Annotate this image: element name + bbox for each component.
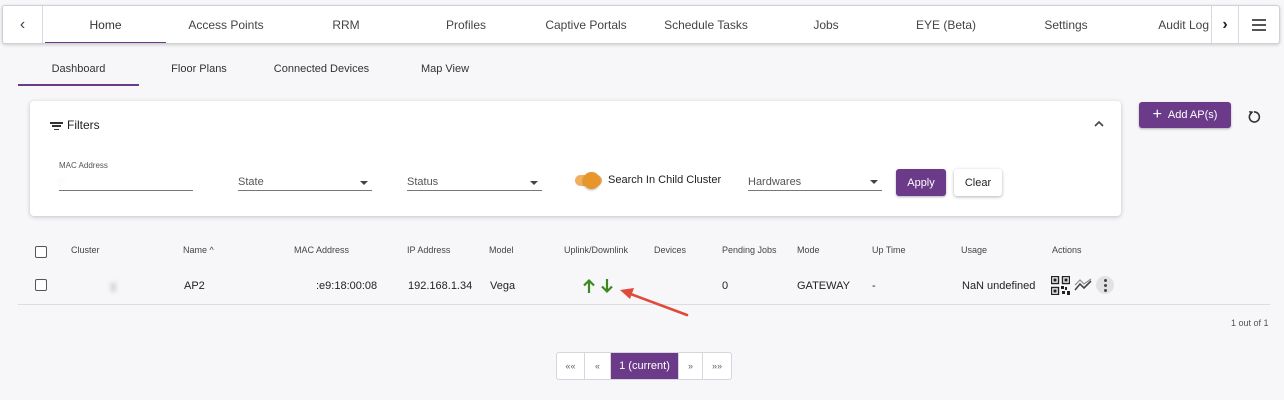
subtab-map-view[interactable]: Map View (384, 52, 506, 86)
row-mode: GATEWAY (797, 280, 850, 292)
mac-address-value: · (59, 175, 63, 187)
prev-page-button[interactable]: « (585, 353, 611, 379)
header-cluster[interactable]: Cluster (71, 245, 100, 255)
filters-header[interactable]: Filters (50, 118, 100, 132)
subtab-dashboard[interactable]: Dashboard (18, 52, 139, 86)
row-ip: 192.168.1.34 (408, 280, 473, 292)
header-name[interactable]: Name ^ (183, 245, 214, 255)
status-placeholder: Status (407, 176, 439, 188)
first-page-button[interactable]: «« (557, 353, 585, 379)
dropdown-caret-icon (530, 181, 538, 185)
tab-profiles[interactable]: Profiles (406, 6, 526, 43)
header-up-time[interactable]: Up Time (872, 245, 906, 255)
more-actions-icon[interactable] (1096, 276, 1114, 294)
row-mac: :e9:18:00:08 (316, 280, 378, 292)
subtab-floor-plans[interactable]: Floor Plans (139, 52, 259, 86)
subtab-connected-devices[interactable]: Connected Devices (259, 52, 384, 86)
last-page-button[interactable]: »» (703, 353, 731, 379)
nav-scroll-left-button[interactable]: ‹ (3, 6, 43, 43)
tab-jobs[interactable]: Jobs (766, 6, 886, 43)
mac-address-label: MAC Address (59, 161, 108, 170)
filter-icon (50, 120, 63, 130)
arrow-up-icon (583, 278, 595, 293)
header-pending-jobs[interactable]: Pending Jobs (722, 245, 777, 255)
tab-settings[interactable]: Settings (1006, 6, 1126, 43)
row-checkbox[interactable] (35, 279, 47, 291)
row-mac-blurred-prefix (292, 280, 307, 292)
qr-code-icon[interactable] (1051, 276, 1070, 295)
arrow-down-icon (601, 279, 613, 294)
status-select[interactable]: Status (407, 175, 542, 191)
chevron-left-icon: ‹ (19, 15, 26, 33)
add-ap-button[interactable]: + Add AP(s) (1139, 102, 1231, 128)
pagination: «« « 1 (current) » »» (556, 352, 732, 380)
row-cluster-link[interactable]: y (70, 280, 117, 292)
trend-chart-icon[interactable] (1074, 278, 1092, 292)
row-pending-jobs: 0 (722, 280, 729, 292)
apply-button[interactable]: Apply (896, 169, 946, 196)
row-up-time: - (872, 280, 876, 292)
child-cluster-label: Search In Child Cluster (608, 174, 722, 186)
row-model: Vega (490, 280, 516, 292)
sub-nav-bar: Dashboard Floor Plans Connected Devices … (18, 52, 558, 86)
tab-schedule-tasks[interactable]: Schedule Tasks (646, 6, 766, 43)
nav-scroll-right-button[interactable]: › (1211, 6, 1239, 43)
filters-panel: Filters MAC Address · State Status Searc… (30, 101, 1121, 216)
header-model[interactable]: Model (489, 245, 514, 255)
state-select[interactable]: State (238, 175, 372, 191)
mac-address-input[interactable]: · (59, 175, 193, 191)
dropdown-caret-icon (870, 180, 878, 184)
add-ap-label: Add AP(s) (1167, 109, 1218, 121)
refresh-icon[interactable] (1246, 109, 1262, 125)
child-cluster-toggle-knob[interactable] (583, 172, 600, 189)
tab-captive-portals[interactable]: Captive Portals (526, 6, 646, 43)
hardwares-placeholder: Hardwares (748, 176, 802, 188)
clear-button[interactable]: Clear (954, 169, 1002, 196)
results-count: 1 out of 1 (1231, 318, 1269, 328)
tab-eye-beta[interactable]: EYE (Beta) (886, 6, 1006, 43)
row-usage: NaN undefined (962, 280, 1036, 292)
header-uplink-downlink[interactable]: Uplink/Downlink (564, 245, 628, 255)
header-mode[interactable]: Mode (797, 245, 820, 255)
tab-home[interactable]: Home (45, 6, 166, 43)
next-page-button[interactable]: » (679, 353, 703, 379)
select-all-checkbox[interactable] (35, 246, 47, 258)
top-nav-bar: ‹ Home Access Points RRM Profiles Captiv… (2, 5, 1280, 44)
chevron-up-icon[interactable] (1092, 117, 1106, 131)
state-placeholder: State (238, 176, 264, 188)
tab-access-points[interactable]: Access Points (166, 6, 286, 43)
filters-title: Filters (67, 118, 100, 132)
header-devices[interactable]: Devices (654, 245, 686, 255)
annotation-arrow-icon (620, 288, 689, 317)
tab-rrm[interactable]: RRM (286, 6, 406, 43)
chevron-right-icon: › (1222, 15, 1228, 33)
header-usage[interactable]: Usage (961, 245, 987, 255)
plus-icon: + (1152, 106, 1162, 123)
hardwares-select[interactable]: Hardwares (748, 175, 882, 191)
hamburger-menu-icon[interactable] (1239, 6, 1279, 43)
header-ip[interactable]: IP Address (407, 245, 450, 255)
header-mac[interactable]: MAC Address (294, 245, 349, 255)
tab-audit-log[interactable]: Audit Log (1126, 6, 1211, 43)
current-page-button[interactable]: 1 (current) (611, 353, 679, 379)
header-actions: Actions (1052, 245, 1082, 255)
dropdown-caret-icon (360, 181, 368, 185)
row-name[interactable]: AP2 (184, 280, 205, 292)
